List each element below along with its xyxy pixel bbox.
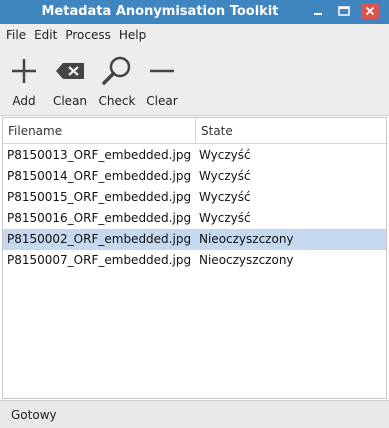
state-cell: Nieoczyszczony xyxy=(199,253,294,267)
column-header-state[interactable]: State xyxy=(196,118,386,144)
minimize-icon xyxy=(314,13,322,15)
clear-label: Clear xyxy=(146,94,178,108)
menu-edit[interactable]: Edit xyxy=(34,28,57,42)
filename-cell: P8150016_ORF_embedded.jpg xyxy=(7,211,192,225)
status-text: Gotowy xyxy=(11,407,57,422)
table-row[interactable]: P8150014_ORF_embedded.jpg Wyczyść xyxy=(3,166,386,187)
toolbar: Add Clean Check Clear xyxy=(0,46,389,116)
clear-text-icon xyxy=(50,54,90,88)
table-row[interactable]: P8150015_ORF_embedded.jpg Wyczyść xyxy=(3,187,386,208)
state-cell: Nieoczyszczony xyxy=(199,232,294,246)
state-cell: Wyczyść xyxy=(199,169,251,183)
filename-cell: P8150007_ORF_embedded.jpg xyxy=(7,253,192,267)
status-bar: Gotowy xyxy=(0,400,389,428)
file-table[interactable]: Filename State P8150013_ORF_embedded.jpg… xyxy=(2,117,387,399)
minus-icon xyxy=(142,54,182,88)
state-cell: Wyczyść xyxy=(199,148,251,162)
plus-icon xyxy=(4,54,44,88)
state-cell: Wyczyść xyxy=(199,190,251,204)
title-bar[interactable]: Metadata Anonymisation Toolkit xyxy=(0,0,389,24)
minimize-button[interactable] xyxy=(309,3,327,19)
table-row[interactable]: P8150013_ORF_embedded.jpg Wyczyść xyxy=(3,145,386,166)
clean-button[interactable]: Clean xyxy=(47,54,93,110)
maximize-icon xyxy=(338,6,350,16)
filename-cell: P8150002_ORF_embedded.jpg xyxy=(7,232,192,246)
search-icon xyxy=(97,54,137,88)
filename-cell: P8150015_ORF_embedded.jpg xyxy=(7,190,192,204)
column-header-filename[interactable]: Filename xyxy=(3,118,196,144)
maximize-button[interactable] xyxy=(335,3,353,19)
table-row[interactable]: P8150016_ORF_embedded.jpg Wyczyść xyxy=(3,208,386,229)
close-button[interactable] xyxy=(361,3,379,19)
close-icon xyxy=(365,6,375,16)
menu-bar: File Edit Process Help xyxy=(0,24,389,46)
clear-button[interactable]: Clear xyxy=(139,54,185,110)
table-header: Filename State xyxy=(3,118,386,144)
state-cell: Wyczyść xyxy=(199,211,251,225)
filename-cell: P8150013_ORF_embedded.jpg xyxy=(7,148,192,162)
table-row[interactable]: P8150007_ORF_embedded.jpg Nieoczyszczony xyxy=(3,250,386,271)
menu-file[interactable]: File xyxy=(6,28,26,42)
window-title: Metadata Anonymisation Toolkit xyxy=(41,4,279,19)
filename-cell: P8150014_ORF_embedded.jpg xyxy=(7,169,192,183)
table-row-selected[interactable]: P8150002_ORF_embedded.jpg Nieoczyszczony xyxy=(3,229,386,250)
menu-process[interactable]: Process xyxy=(65,28,111,42)
menu-help[interactable]: Help xyxy=(119,28,146,42)
